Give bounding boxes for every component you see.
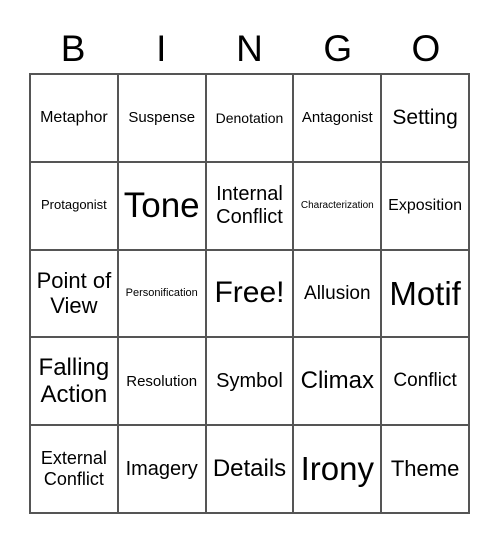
bingo-cell[interactable]: Conflict xyxy=(381,337,469,426)
header-letter-g: G xyxy=(323,28,353,69)
bingo-cell[interactable]: Falling Action xyxy=(30,337,118,426)
bingo-cell[interactable]: Tone xyxy=(117,161,206,250)
bingo-cell[interactable]: Imagery xyxy=(117,425,206,513)
bingo-header: B I N G O xyxy=(29,28,470,70)
bingo-cell[interactable]: Irony xyxy=(293,425,382,513)
bingo-card-grid: Metaphor Suspense Denotation Antagonist … xyxy=(29,73,470,514)
bingo-cell[interactable]: External Conflict xyxy=(30,425,118,513)
bingo-cell[interactable]: Resolution xyxy=(117,337,206,426)
bingo-cell[interactable]: Theme xyxy=(381,425,469,513)
header-letter-n: N xyxy=(236,28,263,69)
bingo-cell[interactable]: Suspense xyxy=(117,74,206,162)
header-letter-i: I xyxy=(156,28,167,69)
bingo-cell[interactable]: Allusion xyxy=(293,249,382,338)
bingo-cell[interactable]: Point of View xyxy=(30,249,118,338)
bingo-cell[interactable]: Climax xyxy=(293,337,382,426)
bingo-cell[interactable]: Personification xyxy=(117,249,206,338)
bingo-cell[interactable]: Internal Conflict xyxy=(205,161,294,250)
header-letter-o: O xyxy=(411,28,441,69)
bingo-cell[interactable]: Exposition xyxy=(381,161,469,250)
bingo-cell[interactable]: Protagonist xyxy=(30,161,118,250)
header-letter-b: B xyxy=(60,28,86,69)
bingo-cell[interactable]: Setting xyxy=(381,74,469,162)
bingo-cell[interactable]: Details xyxy=(205,425,294,513)
bingo-cell[interactable]: Symbol xyxy=(205,337,294,426)
bingo-cell[interactable]: Antagonist xyxy=(293,74,382,162)
bingo-cell[interactable]: Motif xyxy=(381,249,469,338)
free-space-cell[interactable]: Free! xyxy=(205,249,294,338)
bingo-cell[interactable]: Characterization xyxy=(293,161,382,250)
bingo-cell[interactable]: Metaphor xyxy=(30,74,118,162)
bingo-cell[interactable]: Denotation xyxy=(205,74,294,162)
